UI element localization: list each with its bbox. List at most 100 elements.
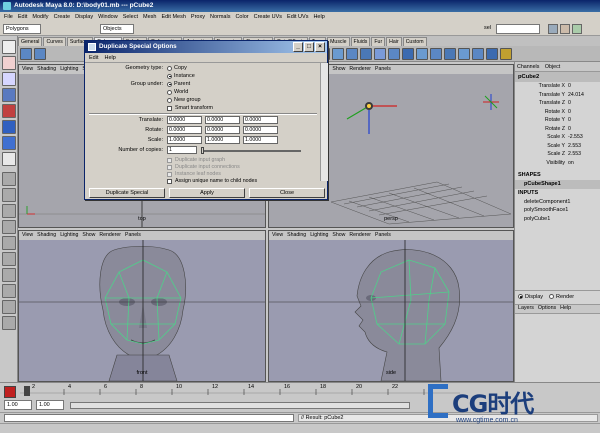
current-frame-marker[interactable] [24, 386, 30, 396]
menu-mesh[interactable]: Mesh [142, 14, 157, 20]
attr-scale-x[interactable]: Scale X -2.553 [515, 133, 600, 142]
view-cube-icon[interactable] [483, 94, 499, 110]
mel-command-input[interactable] [4, 414, 294, 422]
shape-node[interactable]: pCubeShape1 [515, 180, 600, 189]
attr-scale-z[interactable]: Scale Z 2.553 [515, 150, 600, 159]
vp-menu-panels[interactable]: Panels [125, 231, 141, 240]
dialog-title-bar[interactable]: Duplicate Special Options _ □ × [85, 41, 327, 53]
layer-menu-layers[interactable]: Layers [518, 305, 534, 313]
dialog-menu-help[interactable]: Help [104, 53, 115, 62]
manipulator-tool-icon[interactable] [2, 136, 16, 150]
paint-select-tool-icon[interactable] [2, 72, 16, 86]
radio-new-group[interactable]: New group [167, 97, 201, 103]
autokey-icon[interactable] [4, 386, 16, 398]
dialog-scrollbar[interactable] [320, 63, 328, 181]
checkbox-assign-unique-name[interactable]: Assign unique name to child nodes [167, 178, 257, 184]
input-node-poly-cube[interactable]: polyCube1 [515, 215, 600, 224]
radio-copy[interactable]: Copy [167, 65, 187, 71]
range-slider-bar[interactable] [70, 402, 410, 409]
poly-tool-icon[interactable] [332, 48, 344, 60]
poly-tool-icon[interactable] [430, 48, 442, 60]
menu-object[interactable]: Object [545, 64, 560, 70]
vp-menu-shading[interactable]: Shading [287, 231, 306, 240]
poly-tool-icon[interactable] [388, 48, 400, 60]
translate-y-field[interactable]: 0.0000 [205, 116, 240, 124]
vp-menu-lighting[interactable]: Lighting [310, 231, 328, 240]
poly-tool-icon[interactable] [486, 48, 498, 60]
tab-fur[interactable]: Fur [371, 37, 386, 46]
layout-two-icon[interactable] [2, 204, 16, 218]
menu-color[interactable]: Color [234, 14, 249, 20]
playback-start-field[interactable]: 1.00 [36, 400, 64, 410]
poly-cube-icon[interactable] [34, 48, 46, 60]
vp-menu-lighting[interactable]: Lighting [60, 65, 78, 74]
rotate-x-field[interactable]: 0.0000 [167, 126, 202, 134]
tab-custom[interactable]: Custom [402, 37, 427, 46]
vp-menu-show[interactable]: Show [332, 231, 345, 240]
scale-tool-icon[interactable] [2, 120, 16, 134]
vp-menu-view[interactable]: View [22, 231, 33, 240]
poly-tool-icon[interactable] [500, 48, 512, 60]
tab-general[interactable]: General [18, 37, 43, 46]
radio-world[interactable]: World [167, 89, 188, 95]
vp-menu-panels[interactable]: Panels [375, 65, 391, 74]
dialog-menu-edit[interactable]: Edit [89, 53, 98, 62]
menu-set-dropdown[interactable]: Polygons [3, 24, 41, 34]
menu-display[interactable]: Display [74, 14, 94, 20]
menu-create-uvs[interactable]: Create UVs [253, 14, 283, 20]
move-tool-icon[interactable] [2, 88, 16, 102]
attr-translate-x[interactable]: Translate X0 [515, 82, 600, 91]
rotate-y-field[interactable]: 0.0000 [205, 126, 240, 134]
menu-normals[interactable]: Normals [209, 14, 231, 20]
lasso-tool-icon[interactable] [2, 56, 16, 70]
layout-render-icon[interactable] [2, 300, 16, 314]
poly-sphere-icon[interactable] [20, 48, 32, 60]
input-node-poly-smooth-face[interactable]: polySmoothFace1 [515, 206, 600, 215]
scale-x-field[interactable]: 1.0000 [167, 136, 202, 144]
layout-custom-icon[interactable] [2, 316, 16, 330]
translate-z-field[interactable]: 0.0000 [243, 116, 278, 124]
menu-help[interactable]: Help [312, 14, 325, 20]
layout-single-icon[interactable] [2, 172, 16, 186]
menu-edit[interactable]: Edit [17, 14, 28, 20]
poly-tool-icon[interactable] [346, 48, 358, 60]
close-button[interactable]: Close [249, 188, 325, 198]
poly-tool-icon[interactable] [472, 48, 484, 60]
poly-tool-icon[interactable] [402, 48, 414, 60]
layer-menu-options[interactable]: Options [538, 305, 556, 313]
menu-select[interactable]: Select [122, 14, 139, 20]
last-tool-icon[interactable] [2, 152, 16, 166]
selection-mode-dropdown[interactable]: Objects [100, 24, 134, 34]
start-time-field[interactable]: 1.00 [4, 400, 32, 410]
input-node-delete-component[interactable]: deleteComponent1 [515, 198, 600, 207]
menu-channels[interactable]: Channels [517, 64, 539, 70]
vp-menu-renderer[interactable]: Renderer [349, 65, 371, 74]
tab-fluids[interactable]: Fluids [350, 37, 371, 46]
translate-x-field[interactable]: 0.0000 [167, 116, 202, 124]
vp-menu-view[interactable]: View [22, 65, 33, 74]
checkbox-smart-transform[interactable]: Smart transform [167, 105, 213, 111]
menu-edit-uvs[interactable]: Edit UVs [286, 14, 309, 20]
attr-translate-y[interactable]: Translate Y 24.014 [515, 91, 600, 100]
quick-select-field[interactable] [496, 24, 540, 34]
layout-dope-sheet-icon[interactable] [2, 284, 16, 298]
vp-menu-renderer[interactable]: Renderer [349, 231, 371, 240]
radio-render[interactable]: Render [549, 294, 574, 300]
scale-y-field[interactable]: 1.0000 [205, 136, 240, 144]
menu-window[interactable]: Window [97, 14, 119, 20]
close-icon[interactable]: × [315, 42, 325, 52]
minimize-icon[interactable]: _ [293, 42, 303, 52]
vp-menu-shading[interactable]: Shading [37, 231, 56, 240]
tool-settings-icon[interactable] [560, 24, 570, 34]
vp-menu-lighting[interactable]: Lighting [60, 231, 78, 240]
select-tool-icon[interactable] [2, 40, 16, 54]
number-of-copies-field[interactable]: 1 [167, 146, 197, 154]
attr-rotate-x[interactable]: Rotate X0 [515, 108, 600, 117]
vp-menu-show[interactable]: Show [332, 65, 345, 74]
attr-rotate-z[interactable]: Rotate Z0 [515, 125, 600, 134]
attr-rotate-y[interactable]: Rotate Y0 [515, 116, 600, 125]
channel-box-icon[interactable] [572, 24, 582, 34]
apply-button[interactable]: Apply [169, 188, 245, 198]
vp-menu-shading[interactable]: Shading [37, 65, 56, 74]
copies-slider[interactable] [201, 150, 301, 152]
